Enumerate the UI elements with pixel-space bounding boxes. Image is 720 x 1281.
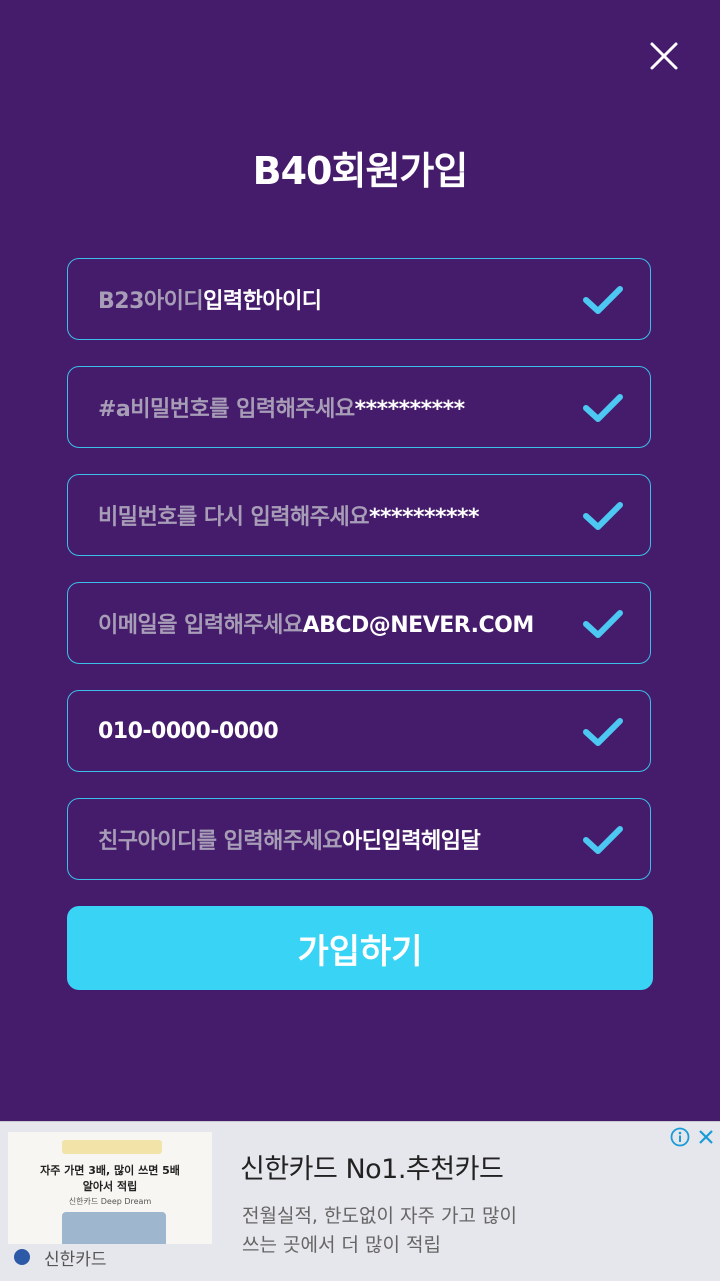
password-value: ********** — [354, 397, 466, 422]
id-field-text: B23아이디입력한아이디 — [98, 283, 322, 315]
id-field[interactable]: B23아이디입력한아이디 — [67, 258, 651, 340]
ad-image[interactable]: 자주 가면 3배, 많이 쓰면 5배 알아서 적립 신한카드 Deep Drea… — [8, 1132, 212, 1244]
ad-image-card — [62, 1212, 166, 1244]
ad-image-line1: 자주 가면 3배, 많이 쓰면 5배 — [40, 1164, 180, 1177]
password-confirm-hint: 비밀번호를 다시 입력해주세요 — [98, 505, 369, 530]
password-confirm-field-text: 비밀번호를 다시 입력해주세요********** — [98, 499, 480, 531]
close-icon — [650, 42, 678, 70]
check-icon — [583, 718, 623, 746]
email-field-text: 이메일을 입력해주세요ABCD@NEVER.COM — [98, 607, 534, 639]
check-icon — [583, 286, 623, 314]
ad-image-ribbon — [62, 1140, 162, 1154]
ad-description-line2: 쓰는 곳에서 더 많이 적립 — [242, 1234, 441, 1256]
password-field-text: #a비밀번호를 입력해주세요********** — [98, 391, 465, 423]
check-icon — [583, 394, 623, 422]
phone-field-text: 010-0000-0000 — [98, 718, 279, 744]
password-confirm-value: ********** — [368, 505, 480, 530]
close-button[interactable] — [644, 36, 684, 76]
password-field[interactable]: #a비밀번호를 입력해주세요********** — [67, 366, 651, 448]
password-hint: #a비밀번호를 입력해주세요 — [98, 397, 355, 422]
email-hint: 이메일을 입력해주세요 — [98, 613, 303, 638]
ad-brand: 신한카드 — [44, 1250, 107, 1270]
id-value: 입력한아이디 — [203, 289, 322, 314]
ad-image-line2: 알아서 적립 — [82, 1180, 138, 1193]
id-hint: B23아이디 — [98, 289, 204, 314]
email-field[interactable]: 이메일을 입력해주세요ABCD@NEVER.COM — [67, 582, 651, 664]
friend-id-hint: 친구아이디를 입력해주세요 — [98, 829, 343, 854]
ad-close-icon[interactable] — [697, 1128, 715, 1146]
brand-logo-icon — [14, 1249, 30, 1265]
page-title: B40회원가입 — [252, 149, 469, 193]
friend-id-value: 아딘입력헤임달 — [342, 829, 481, 854]
info-icon[interactable] — [670, 1127, 690, 1147]
signup-button[interactable]: 가입하기 — [67, 906, 653, 990]
friend-id-field[interactable]: 친구아이디를 입력해주세요아딘입력헤임달 — [67, 798, 651, 880]
check-icon — [583, 502, 623, 530]
ad-headline[interactable]: 신한카드 No1.추천카드 — [240, 1147, 504, 1186]
ad-description: 전월실적, 한도없이 자주 가고 많이 쓰는 곳에서 더 많이 적립 — [242, 1202, 572, 1260]
phone-value: 010-0000-0000 — [98, 718, 279, 744]
phone-field[interactable]: 010-0000-0000 — [67, 690, 651, 772]
email-value: ABCD@NEVER.COM — [302, 613, 535, 638]
password-confirm-field[interactable]: 비밀번호를 다시 입력해주세요********** — [67, 474, 651, 556]
check-icon — [583, 826, 623, 854]
friend-id-field-text: 친구아이디를 입력해주세요아딘입력헤임달 — [98, 823, 481, 855]
ad-description-line1: 전월실적, 한도없이 자주 가고 많이 — [242, 1205, 517, 1227]
ad-image-line3: 신한카드 Deep Dream — [68, 1197, 152, 1206]
check-icon — [583, 610, 623, 638]
